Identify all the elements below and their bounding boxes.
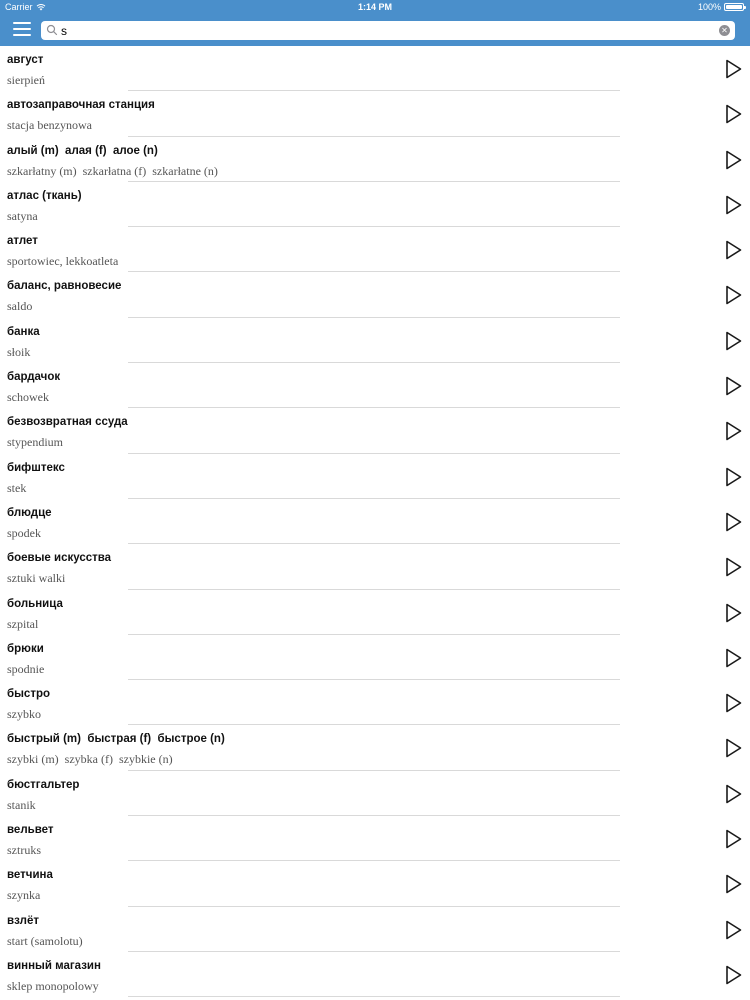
- play-icon[interactable]: [722, 375, 744, 397]
- battery-icon: [724, 3, 746, 11]
- entry-translation: satyna: [7, 208, 38, 223]
- list-item[interactable]: атлас (ткань) satyna: [0, 182, 750, 228]
- entry-term: бифштекс: [7, 461, 65, 474]
- list-item[interactable]: быстро szybko: [0, 680, 750, 726]
- list-item[interactable]: алый (m) алая (f) алое (n) szkarłatny (m…: [0, 137, 750, 183]
- play-icon[interactable]: [722, 692, 744, 714]
- play-icon[interactable]: [722, 964, 744, 986]
- search-icon: [46, 24, 58, 36]
- list-item[interactable]: вельвет sztruks: [0, 816, 750, 862]
- play-icon[interactable]: [722, 556, 744, 578]
- list-item[interactable]: быстрый (m) быстрая (f) быстрое (n) szyb…: [0, 725, 750, 772]
- play-icon[interactable]: [722, 919, 744, 941]
- play-icon[interactable]: [722, 873, 744, 895]
- entry-term: брюки: [7, 642, 44, 655]
- list-item[interactable]: август sierpień: [0, 46, 750, 92]
- entry-term: быстрый (m) быстрая (f) быстрое (n): [7, 733, 225, 746]
- entry-translation: stanik: [7, 797, 36, 812]
- list-item[interactable]: бардачок schowek: [0, 363, 750, 409]
- entry-term: боевые искусства: [7, 552, 112, 565]
- list-item[interactable]: брюки spodnie: [0, 635, 750, 681]
- play-icon[interactable]: [722, 466, 744, 488]
- entry-translation: szybki (m) szybka (f) szybkie (n): [7, 752, 173, 767]
- play-icon[interactable]: [722, 828, 744, 850]
- list-item[interactable]: атлет sportowiec, lekkoatleta: [0, 227, 750, 273]
- entry-list: август sierpień автозаправочная станция …: [0, 46, 750, 998]
- entry-translation: sportowiec, lekkoatleta: [7, 254, 119, 269]
- entry-translation: sztuki walki: [7, 571, 66, 586]
- list-item[interactable]: блюдце spodek: [0, 499, 750, 545]
- play-icon[interactable]: [722, 330, 744, 352]
- entry-translation: szybko: [7, 707, 41, 722]
- play-icon[interactable]: [722, 602, 744, 624]
- list-item[interactable]: больница szpital: [0, 590, 750, 636]
- list-item[interactable]: бюстгальтер stanik: [0, 771, 750, 817]
- list-item[interactable]: бифштекс stek: [0, 454, 750, 500]
- clock: 1:14 PM: [357, 2, 392, 12]
- entry-translation: szkarłatny (m) szkarłatna (f) szkarłatne…: [7, 163, 218, 178]
- list-item[interactable]: банка słoik: [0, 318, 750, 364]
- entry-translation: stacja benzynowa: [7, 118, 92, 133]
- play-icon[interactable]: [722, 420, 744, 442]
- search-bar[interactable]: ✕: [41, 21, 735, 40]
- entry-translation: schowek: [7, 390, 49, 405]
- list-item[interactable]: винный магазин sklep monopolowy: [0, 952, 750, 998]
- play-icon[interactable]: [722, 737, 744, 759]
- entry-term: ветчина: [7, 869, 53, 882]
- play-icon[interactable]: [722, 58, 744, 80]
- entry-term: больница: [7, 597, 63, 610]
- entry-term: август: [7, 54, 44, 66]
- list-item[interactable]: безвозвратная ссуда stypendium: [0, 408, 750, 454]
- list-item[interactable]: ветчина szynka: [0, 861, 750, 907]
- entry-term: атлас (ткань): [7, 189, 82, 202]
- status-bar: Carrier 1:14 PM 100%: [0, 0, 750, 15]
- entry-translation: start (samolotu): [7, 933, 83, 948]
- entry-term: быстро: [7, 688, 51, 701]
- entry-translation: sklep monopolowy: [7, 978, 99, 993]
- entry-translation: spodnie: [7, 661, 45, 676]
- list-item[interactable]: баланс, равновесие saldo: [0, 272, 750, 319]
- entry-term: бюстгальтер: [7, 778, 80, 791]
- play-icon[interactable]: [722, 149, 744, 171]
- entry-translation: sztruks: [7, 843, 41, 858]
- clear-icon[interactable]: ✕: [719, 25, 730, 36]
- play-icon[interactable]: [722, 103, 744, 125]
- battery-indicator: 100%: [697, 2, 746, 12]
- play-icon[interactable]: [722, 783, 744, 805]
- play-icon[interactable]: [722, 194, 744, 216]
- entry-term: взлёт: [7, 914, 39, 927]
- list-item[interactable]: автозаправочная станция stacja benzynowa: [0, 91, 750, 137]
- list-item[interactable]: взлёт start (samolotu): [0, 907, 750, 953]
- entry-term: баланс, равновесие: [7, 280, 122, 293]
- entry-term: безвозвратная ссуда: [7, 416, 128, 429]
- entry-translation: saldo: [7, 299, 33, 314]
- battery-fill: [726, 5, 742, 9]
- entry-translation: stek: [7, 480, 27, 495]
- entry-translation: szpital: [7, 616, 39, 631]
- list-item[interactable]: боевые искусства sztuki walki: [0, 544, 750, 590]
- entry-translation: stypendium: [7, 435, 63, 450]
- entry-translation: słoik: [7, 344, 31, 359]
- entry-term: автозаправочная станция: [7, 99, 155, 112]
- entry-term: винный магазин: [7, 959, 101, 972]
- play-icon[interactable]: [722, 284, 744, 306]
- play-icon[interactable]: [722, 511, 744, 533]
- entry-term: вельвет: [7, 824, 54, 837]
- battery-percent: 100%: [697, 2, 721, 12]
- entry-term: бардачок: [7, 371, 61, 384]
- entry-translation: sierpień: [7, 73, 45, 87]
- entry-translation: szynka: [7, 888, 41, 903]
- entry-term: атлет: [7, 235, 38, 248]
- search-input[interactable]: [61, 21, 721, 40]
- play-icon[interactable]: [722, 647, 744, 669]
- header-bar: Carrier 1:14 PM 100% ✕: [0, 0, 750, 46]
- play-icon[interactable]: [722, 239, 744, 261]
- entry-term: блюдце: [7, 506, 52, 519]
- entry-term: алый (m) алая (f) алое (n): [7, 144, 158, 157]
- entry-translation: spodek: [7, 525, 41, 540]
- entry-term: банка: [7, 325, 40, 338]
- hamburger-menu-icon[interactable]: [13, 22, 31, 38]
